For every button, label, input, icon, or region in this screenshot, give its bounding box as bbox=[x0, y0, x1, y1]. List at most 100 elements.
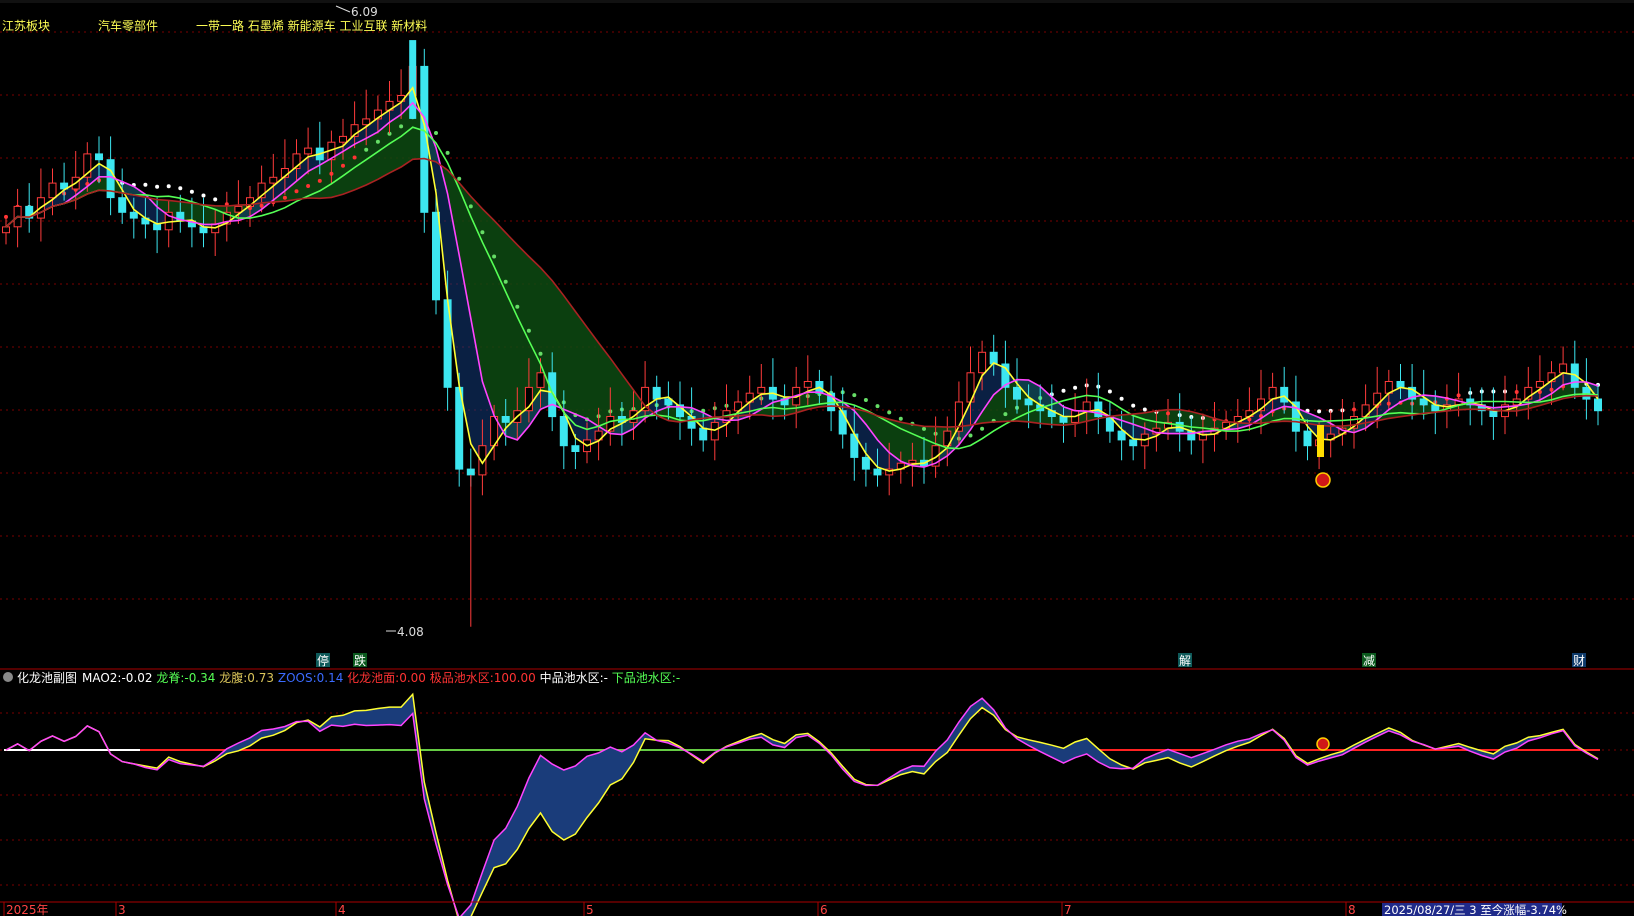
trend-dot bbox=[492, 254, 497, 259]
indicator-4: 化龙池面:0.00 bbox=[343, 671, 426, 685]
event-tags: 停 跌 解 减 财 bbox=[316, 653, 1586, 668]
candle bbox=[652, 386, 661, 400]
ma-line-3 bbox=[5, 157, 1599, 428]
candle bbox=[548, 372, 557, 418]
status-text: 2025/08/27/三 3 至今涨幅-3.74% bbox=[1384, 903, 1567, 916]
candle bbox=[1280, 386, 1289, 403]
trend-dot bbox=[887, 410, 892, 415]
candle bbox=[978, 351, 987, 374]
trend-dot bbox=[1131, 403, 1136, 408]
trend-dot bbox=[898, 416, 903, 421]
trend-dot bbox=[1003, 412, 1008, 417]
candle bbox=[1129, 439, 1138, 447]
candle bbox=[501, 416, 510, 423]
sub-chart-area[interactable] bbox=[4, 692, 1600, 916]
osc-area bbox=[6, 694, 1598, 916]
event-tag-drop[interactable]: 跌 bbox=[354, 653, 366, 668]
trend-dot bbox=[968, 433, 973, 438]
trend-dot bbox=[178, 186, 183, 191]
candle bbox=[1268, 386, 1277, 400]
event-tag-suspend[interactable]: 停 bbox=[317, 653, 329, 668]
trend-dot bbox=[445, 150, 450, 155]
candle bbox=[710, 421, 719, 441]
sub-chart-title: 化龙池副图 bbox=[17, 671, 77, 685]
sector-tag-auto-parts[interactable]: 汽车零部件 bbox=[98, 18, 158, 33]
candle bbox=[908, 459, 917, 464]
trend-dot bbox=[282, 195, 287, 200]
trend-dot bbox=[538, 351, 543, 356]
time-axis-label: 2025年 bbox=[6, 903, 49, 916]
trend-dot bbox=[515, 304, 520, 309]
high-price-label: 6.09 bbox=[351, 5, 378, 19]
ma-line-1 bbox=[5, 101, 1599, 468]
main-chart-area[interactable] bbox=[2, 40, 1602, 627]
ma-band bbox=[6, 102, 1598, 468]
candle bbox=[1059, 416, 1068, 423]
trend-dot bbox=[852, 393, 857, 398]
ma-line-0 bbox=[5, 86, 1599, 472]
trend-dot bbox=[503, 279, 508, 284]
candle bbox=[1559, 363, 1568, 374]
event-tag-finance[interactable]: 财 bbox=[1573, 654, 1585, 668]
trend-dot bbox=[468, 204, 473, 209]
candle bbox=[1489, 410, 1498, 418]
candle bbox=[1013, 386, 1021, 400]
event-tag-unlock[interactable]: 解 bbox=[1179, 654, 1191, 668]
candle bbox=[2, 226, 10, 234]
candle bbox=[571, 445, 580, 453]
indicator-1: 龙脊:-0.34 bbox=[153, 671, 216, 685]
sector-tag-concepts[interactable]: 一带一路 石墨烯 新能源车 工业互联 新材料 bbox=[196, 18, 427, 33]
time-axis-label: 3 bbox=[118, 903, 126, 916]
candle bbox=[153, 223, 162, 231]
trend-dot bbox=[189, 189, 194, 194]
trend-dot bbox=[341, 163, 345, 168]
trend-dot bbox=[1119, 396, 1124, 401]
candle bbox=[1419, 398, 1428, 406]
candle bbox=[1396, 381, 1405, 388]
sector-tag-jiangsu[interactable]: 江苏板块 bbox=[2, 19, 50, 33]
trend-dot bbox=[457, 176, 462, 181]
candle bbox=[1535, 381, 1544, 388]
trend-dot bbox=[166, 184, 171, 189]
trend-dot bbox=[980, 426, 985, 431]
time-axis-label: 5 bbox=[586, 903, 594, 916]
high-price-marker bbox=[335, 5, 351, 13]
candle bbox=[48, 182, 57, 199]
sub-chart-menu-icon[interactable] bbox=[3, 672, 13, 682]
candle bbox=[873, 468, 882, 476]
trend-dot bbox=[875, 404, 880, 409]
trend-dot bbox=[863, 398, 868, 402]
osc-line-0 bbox=[5, 692, 1599, 916]
event-tag-reduce[interactable]: 减 bbox=[1363, 654, 1375, 668]
candle bbox=[1117, 430, 1126, 441]
trend-dot bbox=[213, 197, 218, 202]
trend-dot bbox=[1142, 407, 1147, 412]
trend-dot bbox=[155, 184, 160, 189]
sub-signal-icon[interactable] bbox=[1316, 737, 1330, 751]
top-bar bbox=[0, 0, 1634, 3]
sub-chart-grid bbox=[0, 712, 1634, 886]
trend-dot bbox=[434, 131, 438, 135]
indicator-line: MAO2:-0.02 龙脊:-0.34 龙腹:0.73 ZOOS:0.14 化龙… bbox=[82, 670, 680, 685]
candle bbox=[1024, 398, 1033, 406]
time-axis-label: 6 bbox=[820, 903, 828, 916]
time-axis-label: 4 bbox=[338, 903, 346, 916]
time-axis-label: 7 bbox=[1064, 903, 1072, 916]
sub-chart-header: 化龙池副图 MAO2:-0.02 龙脊:-0.34 龙腹:0.73 ZOOS:0… bbox=[3, 670, 680, 685]
trend-dot bbox=[201, 193, 206, 198]
candle bbox=[432, 211, 440, 301]
trend-dot bbox=[143, 182, 148, 187]
indicator-5: 极品池水区:100.00 bbox=[426, 671, 536, 685]
candle bbox=[304, 147, 313, 155]
candle bbox=[362, 118, 371, 126]
candle bbox=[1082, 401, 1091, 412]
indicator-2: 龙腹:0.73 bbox=[215, 671, 274, 685]
signal-icon[interactable] bbox=[1315, 472, 1331, 488]
trend-dot bbox=[480, 230, 485, 235]
trend-dot bbox=[399, 124, 404, 129]
candle bbox=[757, 386, 766, 394]
candle bbox=[1303, 430, 1312, 447]
candle bbox=[466, 468, 475, 476]
candle bbox=[339, 135, 347, 143]
candle bbox=[95, 153, 103, 161]
